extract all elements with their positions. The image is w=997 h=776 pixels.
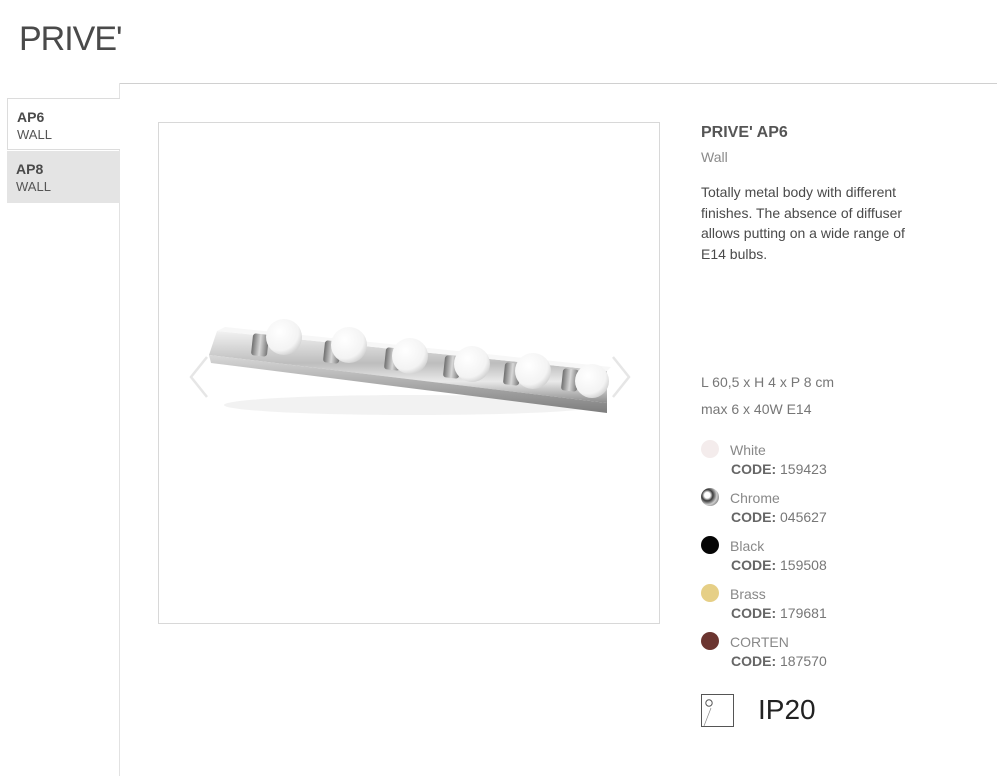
header-divider (119, 83, 997, 84)
chevron-right-icon (612, 356, 631, 398)
product-image (209, 319, 611, 415)
color-swatch (701, 632, 719, 650)
finish-code: CODE: 159423 (731, 461, 827, 477)
sidebar-item-ap8[interactable]: AP8 WALL (7, 151, 120, 203)
finish-corten[interactable]: CORTEN CODE: 187570 (701, 632, 901, 680)
finish-brass[interactable]: Brass CODE: 179681 (701, 584, 901, 632)
product-description: Totally metal body with different finish… (701, 184, 905, 262)
color-swatch (701, 440, 719, 458)
finish-code: CODE: 159508 (731, 557, 827, 573)
ip-rating-icon (701, 694, 734, 727)
variant-code: AP6 (17, 109, 45, 125)
page-title: PRIVE' (19, 20, 123, 58)
color-swatch (701, 488, 719, 506)
product-info: PRIVE' AP6 Wall Totally metal body with … (701, 122, 941, 264)
color-swatch (701, 584, 719, 602)
finish-name: Chrome (730, 490, 780, 506)
finish-name: Black (730, 538, 765, 554)
variant-type: WALL (16, 179, 51, 194)
variant-type: WALL (17, 127, 52, 142)
gallery-next-button[interactable] (606, 353, 636, 401)
product-name: PRIVE' AP6 (701, 124, 788, 141)
gallery-prev-button[interactable] (184, 353, 214, 401)
finish-list: White CODE: 159423 Chrome CODE: 045627 B… (701, 440, 901, 680)
finish-name: Brass (730, 586, 766, 602)
variant-sidebar: AP6 WALL AP8 WALL (7, 98, 120, 203)
finish-white[interactable]: White CODE: 159423 (701, 440, 901, 488)
product-specs: L 60,5 x H 4 x P 8 cm max 6 x 40W E14 (701, 373, 834, 427)
product-gallery (158, 122, 660, 624)
color-swatch (701, 536, 719, 554)
finish-code: CODE: 187570 (731, 653, 827, 669)
ip-rating-label: IP20 (758, 694, 816, 725)
product-power: max 6 x 40W E14 (701, 401, 812, 417)
product-dimensions: L 60,5 x H 4 x P 8 cm (701, 374, 835, 390)
sidebar-item-ap6[interactable]: AP6 WALL (7, 98, 120, 150)
finish-name: White (730, 442, 766, 458)
finish-name: CORTEN (730, 634, 789, 650)
variant-code: AP8 (16, 161, 44, 177)
finish-code: CODE: 045627 (731, 509, 827, 525)
chevron-left-icon (189, 356, 208, 398)
finish-black[interactable]: Black CODE: 159508 (701, 536, 901, 584)
finish-code: CODE: 179681 (731, 605, 827, 621)
product-type: Wall (701, 149, 728, 165)
finish-chrome[interactable]: Chrome CODE: 045627 (701, 488, 901, 536)
